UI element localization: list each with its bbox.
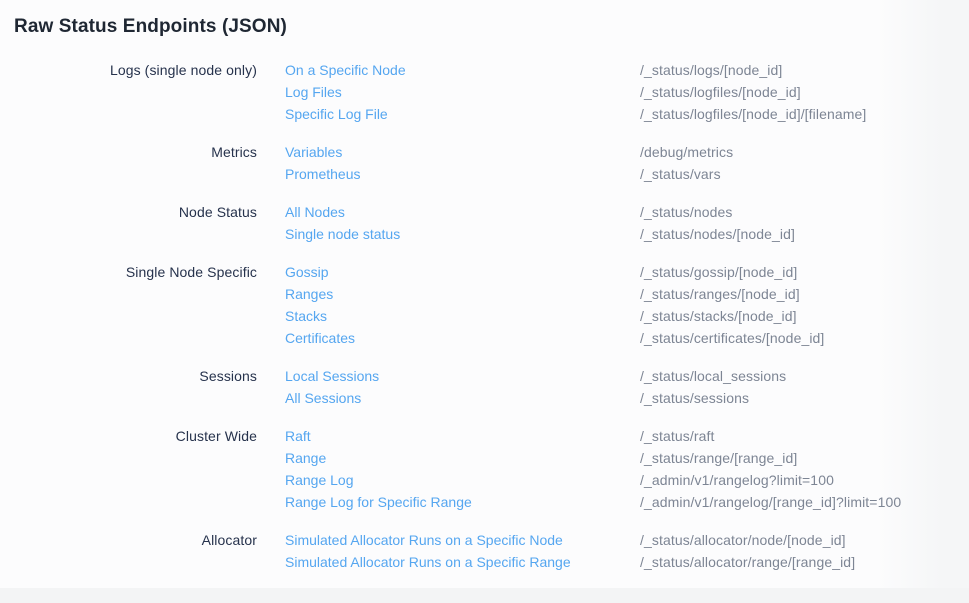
- endpoint-row: Stacks /_status/stacks/[node_id]: [0, 305, 969, 327]
- endpoint-link[interactable]: Range Log for Specific Range: [285, 494, 472, 510]
- endpoint-section: Sessions Local Sessions /_status/local_s…: [0, 365, 969, 409]
- endpoint-link[interactable]: Single node status: [285, 226, 400, 242]
- endpoint-path: /_status/allocator/range/[range_id]: [640, 551, 969, 573]
- endpoint-link-cell: Simulated Allocator Runs on a Specific N…: [257, 529, 640, 551]
- endpoint-link-cell: All Nodes: [257, 201, 640, 223]
- endpoint-link-cell: Variables: [257, 141, 640, 163]
- endpoint-row: Range Log /_admin/v1/rangelog?limit=100: [0, 469, 969, 491]
- category-label: Metrics: [0, 141, 257, 163]
- endpoint-path: /_status/stacks/[node_id]: [640, 305, 969, 327]
- endpoint-link-cell: Raft: [257, 425, 640, 447]
- category-label: Logs (single node only): [0, 59, 257, 81]
- endpoint-row: Log Files /_status/logfiles/[node_id]: [0, 81, 969, 103]
- endpoint-path: /_status/gossip/[node_id]: [640, 261, 969, 283]
- endpoint-path: /_status/logs/[node_id]: [640, 59, 969, 81]
- endpoint-path: /_status/vars: [640, 163, 969, 185]
- endpoint-row: Specific Log File /_status/logfiles/[nod…: [0, 103, 969, 125]
- endpoint-path: /_status/logfiles/[node_id]/[filename]: [640, 103, 969, 125]
- endpoint-link-cell: Single node status: [257, 223, 640, 245]
- endpoint-row: Simulated Allocator Runs on a Specific R…: [0, 551, 969, 573]
- endpoint-path: /_admin/v1/rangelog/[range_id]?limit=100: [640, 491, 969, 513]
- endpoint-row: Sessions Local Sessions /_status/local_s…: [0, 365, 969, 387]
- endpoint-link[interactable]: All Nodes: [285, 204, 345, 220]
- page-title: Raw Status Endpoints (JSON): [14, 15, 969, 39]
- endpoint-link[interactable]: All Sessions: [285, 390, 361, 406]
- endpoint-link-cell: Range: [257, 447, 640, 469]
- category-label: Node Status: [0, 201, 257, 223]
- endpoint-link[interactable]: Range: [285, 450, 326, 466]
- endpoint-row: Cluster Wide Raft /_status/raft: [0, 425, 969, 447]
- endpoint-link-cell: Range Log: [257, 469, 640, 491]
- endpoint-link-cell: Range Log for Specific Range: [257, 491, 640, 513]
- endpoint-path: /_admin/v1/rangelog?limit=100: [640, 469, 969, 491]
- endpoint-link-cell: Stacks: [257, 305, 640, 327]
- endpoint-row: Range Log for Specific Range /_admin/v1/…: [0, 491, 969, 513]
- endpoint-link[interactable]: Certificates: [285, 330, 355, 346]
- endpoint-row: Metrics Variables /debug/metrics: [0, 141, 969, 163]
- endpoint-link-cell: On a Specific Node: [257, 59, 640, 81]
- endpoint-link[interactable]: Simulated Allocator Runs on a Specific R…: [285, 554, 571, 570]
- endpoint-link-cell: Simulated Allocator Runs on a Specific R…: [257, 551, 640, 573]
- endpoint-link[interactable]: Variables: [285, 144, 342, 160]
- endpoint-link[interactable]: Ranges: [285, 286, 333, 302]
- endpoint-link[interactable]: Raft: [285, 428, 311, 444]
- endpoint-link[interactable]: On a Specific Node: [285, 62, 406, 78]
- endpoint-row: Logs (single node only) On a Specific No…: [0, 59, 969, 81]
- category-label: Cluster Wide: [0, 425, 257, 447]
- endpoint-row: Ranges /_status/ranges/[node_id]: [0, 283, 969, 305]
- category-label: Single Node Specific: [0, 261, 257, 283]
- endpoint-row: Prometheus /_status/vars: [0, 163, 969, 185]
- endpoint-row: Certificates /_status/certificates/[node…: [0, 327, 969, 349]
- endpoint-link-cell: All Sessions: [257, 387, 640, 409]
- endpoint-path: /_status/local_sessions: [640, 365, 969, 387]
- endpoint-link-cell: Local Sessions: [257, 365, 640, 387]
- endpoint-link-cell: Certificates: [257, 327, 640, 349]
- endpoint-link[interactable]: Prometheus: [285, 166, 360, 182]
- endpoint-link-cell: Log Files: [257, 81, 640, 103]
- category-label: Allocator: [0, 529, 257, 551]
- endpoint-link-cell: Ranges: [257, 283, 640, 305]
- endpoint-section: Cluster Wide Raft /_status/raft Range /_…: [0, 425, 969, 513]
- endpoint-section: Allocator Simulated Allocator Runs on a …: [0, 529, 969, 573]
- endpoint-link[interactable]: Log Files: [285, 84, 342, 100]
- endpoint-row: Allocator Simulated Allocator Runs on a …: [0, 529, 969, 551]
- endpoint-link-cell: Gossip: [257, 261, 640, 283]
- endpoint-path: /_status/sessions: [640, 387, 969, 409]
- endpoint-link[interactable]: Range Log: [285, 472, 354, 488]
- endpoint-link[interactable]: Gossip: [285, 264, 329, 280]
- endpoint-path: /debug/metrics: [640, 141, 969, 163]
- endpoint-path: /_status/ranges/[node_id]: [640, 283, 969, 305]
- endpoint-row: Single Node Specific Gossip /_status/gos…: [0, 261, 969, 283]
- endpoint-section: Logs (single node only) On a Specific No…: [0, 59, 969, 125]
- category-label: Sessions: [0, 365, 257, 387]
- endpoint-path: /_status/nodes/[node_id]: [640, 223, 969, 245]
- endpoint-row: Node Status All Nodes /_status/nodes: [0, 201, 969, 223]
- endpoint-link[interactable]: Simulated Allocator Runs on a Specific N…: [285, 532, 563, 548]
- endpoint-section: Node Status All Nodes /_status/nodes Sin…: [0, 201, 969, 245]
- endpoint-section: Single Node Specific Gossip /_status/gos…: [0, 261, 969, 349]
- endpoint-link-cell: Prometheus: [257, 163, 640, 185]
- endpoint-link[interactable]: Specific Log File: [285, 106, 388, 122]
- endpoint-link[interactable]: Stacks: [285, 308, 327, 324]
- endpoint-section: Metrics Variables /debug/metrics Prometh…: [0, 141, 969, 185]
- endpoint-sections: Logs (single node only) On a Specific No…: [0, 59, 969, 573]
- endpoint-link-cell: Specific Log File: [257, 103, 640, 125]
- endpoint-link[interactable]: Local Sessions: [285, 368, 379, 384]
- endpoint-path: /_status/nodes: [640, 201, 969, 223]
- endpoint-path: /_status/certificates/[node_id]: [640, 327, 969, 349]
- endpoint-path: /_status/logfiles/[node_id]: [640, 81, 969, 103]
- endpoint-row: Single node status /_status/nodes/[node_…: [0, 223, 969, 245]
- page-background-bottom-strip: [0, 588, 969, 603]
- raw-status-endpoints-page: Raw Status Endpoints (JSON) Logs (single…: [0, 0, 969, 573]
- endpoint-row: All Sessions /_status/sessions: [0, 387, 969, 409]
- endpoint-path: /_status/raft: [640, 425, 969, 447]
- endpoint-row: Range /_status/range/[range_id]: [0, 447, 969, 469]
- endpoint-path: /_status/allocator/node/[node_id]: [640, 529, 969, 551]
- endpoint-path: /_status/range/[range_id]: [640, 447, 969, 469]
